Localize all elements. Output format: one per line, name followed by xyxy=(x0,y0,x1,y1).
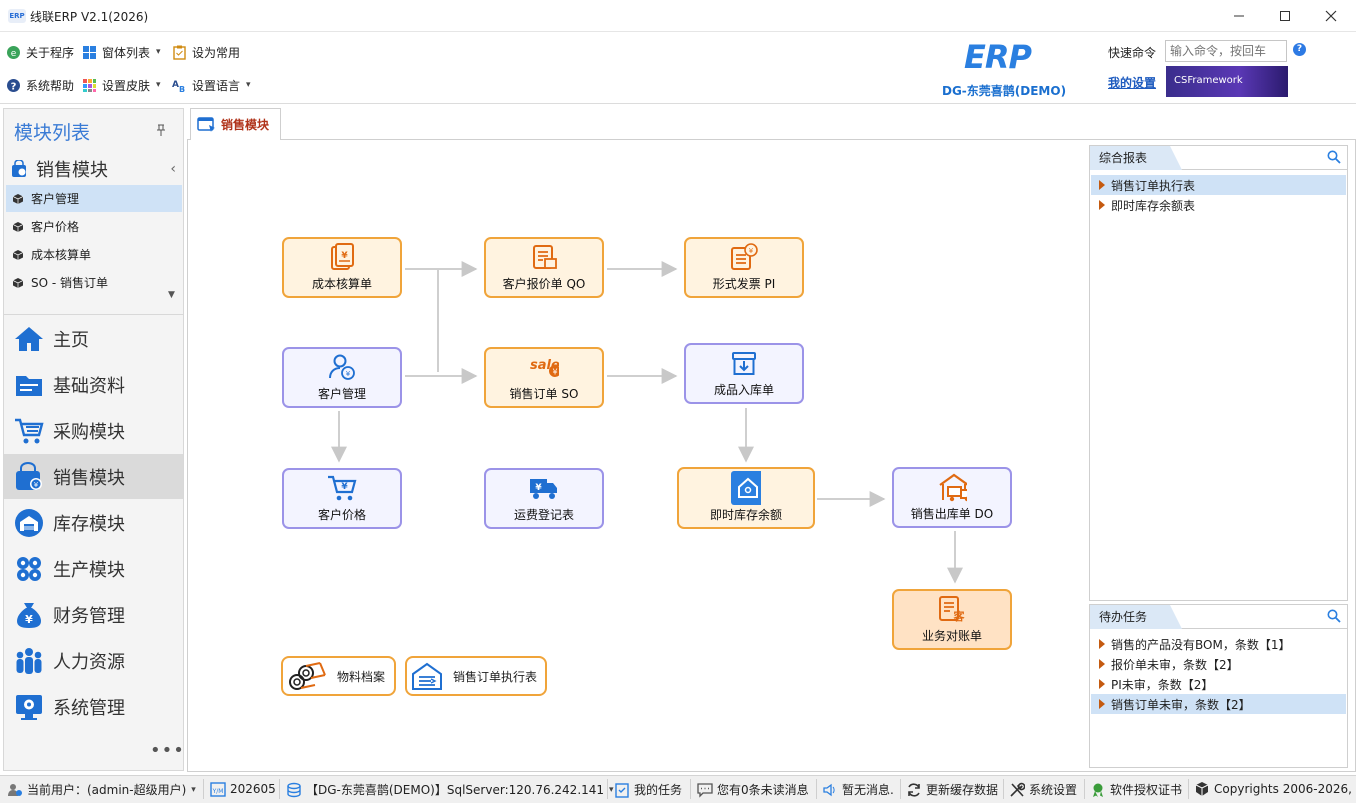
report-house-icon xyxy=(412,662,442,690)
node-realtime-stock[interactable]: 即时库存余额 xyxy=(677,467,815,529)
database-info[interactable]: 【DG-东莞喜鹊(DEMO)】SqlServer:120.76.242.141 ▾ xyxy=(286,781,614,798)
triangle-right-icon xyxy=(1099,639,1105,649)
sales-order-report-button[interactable]: 销售订单执行表 xyxy=(405,656,547,696)
tools-icon xyxy=(1009,782,1025,798)
node-customer-price[interactable]: ¥ 客户价格 xyxy=(282,468,402,529)
reports-panel-title: 综合报表 xyxy=(1090,146,1182,170)
divider xyxy=(1084,779,1085,799)
invoice-icon: ¥ xyxy=(729,243,759,271)
copyright: Copyrights 2006-2026, xyxy=(1194,781,1352,797)
refresh-icon xyxy=(906,782,922,798)
chat-icon xyxy=(697,782,713,798)
speaker-icon xyxy=(822,782,838,798)
truck-icon: ¥ xyxy=(529,474,559,502)
refresh-cache-button[interactable]: 更新缓存数据 xyxy=(906,781,998,798)
svg-text:¥: ¥ xyxy=(341,251,348,261)
material-file-button[interactable]: 物料档案 xyxy=(281,656,396,696)
divider xyxy=(279,779,280,799)
report-item[interactable]: 销售订单执行表 xyxy=(1091,175,1346,195)
accounting-period: Y/M 202605 xyxy=(210,781,276,797)
triangle-right-icon xyxy=(1099,659,1105,669)
svg-text:¥: ¥ xyxy=(749,247,754,255)
search-icon[interactable] xyxy=(1327,609,1341,623)
node-freight-register[interactable]: ¥ 运费登记表 xyxy=(484,468,604,529)
chevron-down-icon: ▾ xyxy=(609,784,614,795)
reports-panel-header: 综合报表 xyxy=(1090,146,1347,170)
node-finished-goods-inbound[interactable]: 成品入库单 xyxy=(684,343,804,404)
statement-icon: 客 xyxy=(937,595,967,623)
task-clipboard-icon xyxy=(614,782,630,798)
sale-tag-icon: sale ¥ xyxy=(529,353,559,381)
node-sales-outbound[interactable]: 销售出库单 DO xyxy=(892,467,1012,528)
my-tasks-button[interactable]: 我的任务 xyxy=(614,781,682,798)
message-status: 暂无消息. xyxy=(822,781,894,798)
search-icon[interactable] xyxy=(1327,150,1341,164)
current-user[interactable]: 当前用户：(admin-超级用户) ▾ xyxy=(7,781,196,798)
svg-text:客: 客 xyxy=(953,609,966,623)
todo-item[interactable]: 销售订单未审，条数【2】 xyxy=(1091,694,1346,714)
divider xyxy=(900,779,901,799)
divider xyxy=(816,779,817,799)
user-icon xyxy=(7,782,23,798)
cube-icon xyxy=(1194,781,1210,797)
calendar-icon: Y/M xyxy=(210,781,226,797)
divider xyxy=(203,779,204,799)
reports-panel: 综合报表 销售订单执行表 即时库存余额表 xyxy=(1089,145,1348,601)
stock-house-icon xyxy=(731,470,761,505)
triangle-right-icon xyxy=(1099,679,1105,689)
node-sales-order[interactable]: sale ¥ 销售订单 SO xyxy=(484,347,604,408)
triangle-right-icon xyxy=(1099,180,1105,190)
todo-panel-title: 待办任务 xyxy=(1090,605,1182,629)
system-settings-button[interactable]: 系统设置 xyxy=(1009,781,1077,798)
customer-icon: ¥ xyxy=(327,353,357,381)
quotation-icon xyxy=(529,243,559,271)
divider xyxy=(607,779,608,799)
chevron-down-icon: ▾ xyxy=(191,784,196,795)
cost-document-icon: ¥ xyxy=(327,243,357,271)
license-button[interactable]: 软件授权证书 xyxy=(1090,781,1182,798)
report-item[interactable]: 即时库存余额表 xyxy=(1091,195,1346,215)
unread-messages[interactable]: 您有0条未读消息 xyxy=(697,781,809,798)
svg-text:¥: ¥ xyxy=(346,370,351,378)
node-cost-sheet[interactable]: ¥ 成本核算单 xyxy=(282,237,402,298)
cart-price-icon: ¥ xyxy=(327,474,357,502)
database-icon xyxy=(286,782,302,798)
svg-text:¥: ¥ xyxy=(341,482,348,492)
todo-panel-header: 待办任务 xyxy=(1090,605,1347,629)
node-customer-management[interactable]: ¥ 客户管理 xyxy=(282,347,402,408)
todo-panel: 待办任务 销售的产品没有BOM，条数【1】 报价单未审，条数【2】 PI未审，条… xyxy=(1089,604,1348,768)
node-business-reconcile[interactable]: 客 业务对账单 xyxy=(892,589,1012,650)
todo-item[interactable]: 销售的产品没有BOM，条数【1】 xyxy=(1091,634,1346,654)
todo-item[interactable]: PI未审，条数【2】 xyxy=(1091,674,1346,694)
divider xyxy=(690,779,691,799)
node-quotation[interactable]: 客户报价单 QO xyxy=(484,237,604,298)
pipes-icon xyxy=(289,662,326,690)
svg-text:¥: ¥ xyxy=(552,368,557,377)
triangle-right-icon xyxy=(1099,200,1105,210)
triangle-right-icon xyxy=(1099,699,1105,709)
outbound-truck-icon xyxy=(937,473,967,502)
inbound-box-icon xyxy=(729,349,759,377)
certificate-icon xyxy=(1090,782,1106,798)
divider xyxy=(1188,779,1189,799)
svg-text:¥: ¥ xyxy=(535,483,542,493)
divider xyxy=(1003,779,1004,799)
svg-text:Y/M: Y/M xyxy=(212,788,224,795)
node-proforma-invoice[interactable]: ¥ 形式发票 PI xyxy=(684,237,804,298)
todo-item[interactable]: 报价单未审，条数【2】 xyxy=(1091,654,1346,674)
